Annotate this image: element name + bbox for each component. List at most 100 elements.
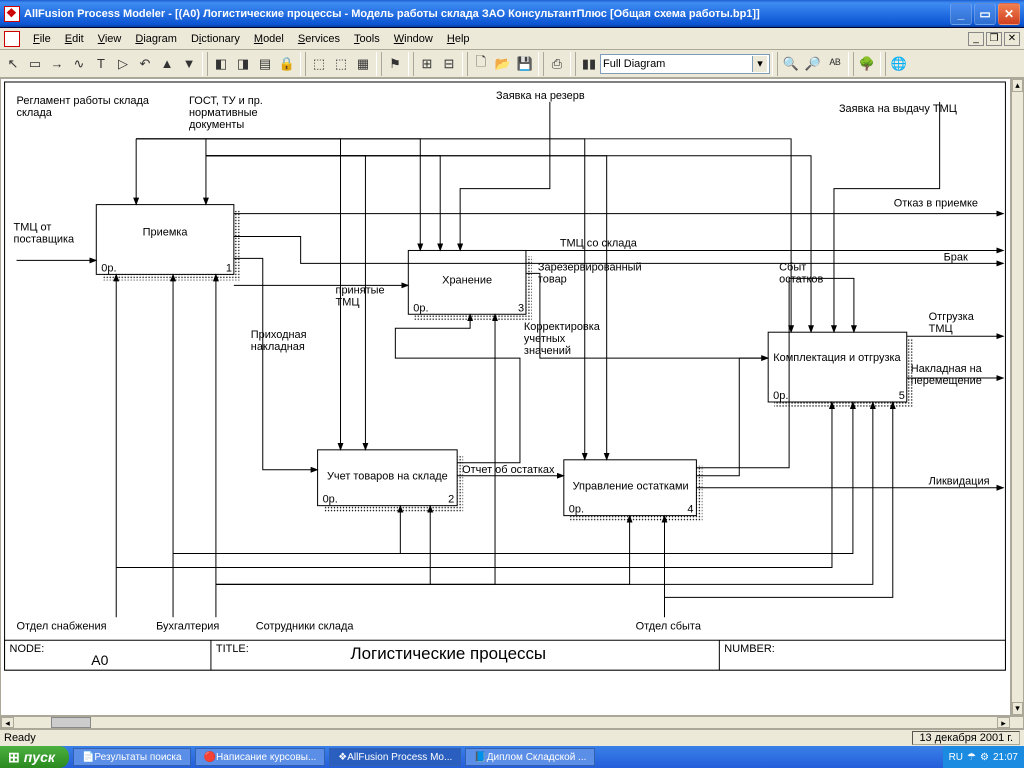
svg-text:перемещение: перемещение — [911, 375, 982, 387]
scroll-left-icon[interactable]: ◂ — [1, 717, 14, 728]
reports-icon[interactable]: ▮▮ — [578, 53, 600, 75]
menu-dictionary[interactable]: Dictionary — [184, 31, 247, 47]
tray-icon[interactable]: ☂ — [967, 752, 976, 763]
globe-icon[interactable]: 🌐 — [888, 53, 910, 75]
svg-text:Заявка на выдачу ТМЦ: Заявка на выдачу ТМЦ — [839, 103, 957, 115]
close-button[interactable] — [998, 3, 1020, 25]
footer-number-label: NUMBER: — [724, 643, 775, 655]
svg-text:Комплектация и отгрузка: Комплектация и отгрузка — [773, 352, 901, 364]
mdi-min-button[interactable]: _ — [968, 32, 984, 46]
mdi-restore-button[interactable]: ❐ — [986, 32, 1002, 46]
vertical-scrollbar[interactable]: ▴ ▾ — [1011, 78, 1024, 716]
down-tool-icon[interactable]: ▼ — [178, 53, 200, 75]
menu-view[interactable]: View — [91, 31, 129, 47]
status-date: 13 декабря 2001 г. — [912, 731, 1020, 745]
tray-icon[interactable]: ⚙ — [980, 752, 989, 763]
save-icon[interactable]: 💾 — [514, 53, 536, 75]
activity-tool-icon[interactable]: ▭ — [24, 53, 46, 75]
tb-icon[interactable]: ⚑ — [384, 53, 406, 75]
menu-services[interactable]: Services — [291, 31, 347, 47]
svg-text:0р.: 0р. — [323, 494, 338, 506]
menu-help[interactable]: Help — [440, 31, 477, 47]
system-tray[interactable]: RU ☂ ⚙ 21:07 — [943, 746, 1024, 768]
maximize-button[interactable]: ▭ — [974, 3, 996, 25]
footer-title-label: TITLE: — [216, 643, 249, 655]
minimize-button[interactable]: _ — [950, 3, 972, 25]
clock: 21:07 — [993, 752, 1018, 763]
zoom-combo-value: Full Diagram — [603, 58, 665, 70]
svg-text:0р.: 0р. — [101, 262, 116, 274]
tb-icon[interactable]: ⊟ — [438, 53, 460, 75]
pointer-tool-icon[interactable]: ↖ — [2, 53, 24, 75]
arrow-tool-icon[interactable]: → — [46, 53, 68, 75]
svg-text:Ликвидация: Ликвидация — [929, 476, 990, 488]
menu-file[interactable]: File — [26, 31, 58, 47]
tb-icon[interactable]: ▤ — [254, 53, 276, 75]
svg-text:Корректировка: Корректировка — [524, 321, 601, 333]
svg-text:Регламент работы склада: Регламент работы склада — [17, 95, 150, 107]
taskbar-item[interactable]: 📄 Результаты поиска — [73, 748, 191, 766]
start-button[interactable]: пуск — [0, 746, 69, 768]
app-icon — [4, 6, 20, 22]
tb-icon[interactable]: ◧ — [210, 53, 232, 75]
status-ready: Ready — [4, 732, 36, 744]
svg-text:Отгрузка: Отгрузка — [929, 311, 975, 323]
menu-diagram[interactable]: Diagram — [128, 31, 184, 47]
svg-text:Отказ в приемке: Отказ в приемке — [894, 198, 978, 210]
horizontal-scrollbar[interactable]: ◂ ▸ — [0, 716, 1024, 729]
svg-text:Учет товаров на складе: Учет товаров на складе — [327, 471, 448, 483]
taskbar-item[interactable]: ❖ AllFusion Process Mo... — [329, 748, 461, 766]
scroll-down-icon[interactable]: ▾ — [1012, 702, 1023, 715]
svg-text:Брак: Брак — [944, 251, 968, 263]
svg-text:нормативные: нормативные — [189, 107, 258, 119]
tb-icon[interactable]: ⊞ — [416, 53, 438, 75]
toolbar: ↖ ▭ → ∿ T ▷ ↶ ▲ ▼ ◧ ◨ ▤ 🔒 ⬚ ⬚ ▦ ⚑ ⊞ ⊟ 🗋 … — [0, 50, 1024, 78]
undo-tool-icon[interactable]: ↶ — [134, 53, 156, 75]
svg-text:Бухгалтерия: Бухгалтерия — [156, 620, 219, 632]
menu-tools[interactable]: Tools — [347, 31, 387, 47]
tb-icon[interactable]: ▦ — [352, 53, 374, 75]
window-title: AllFusion Process Modeler - [(A0) Логист… — [24, 8, 950, 20]
lock-icon[interactable]: 🔒 — [276, 53, 298, 75]
menu-bar: File Edit View Diagram Dictionary Model … — [0, 28, 1024, 50]
zoomout-icon[interactable]: 🔎 — [802, 53, 824, 75]
squiggle-tool-icon[interactable]: ∿ — [68, 53, 90, 75]
svg-text:значений: значений — [524, 345, 571, 357]
lang-indicator[interactable]: RU — [949, 752, 963, 763]
scroll-right-icon[interactable]: ▸ — [997, 717, 1010, 728]
spell-icon[interactable]: ᴬᴮ — [824, 53, 846, 75]
zoomin-icon[interactable]: 🔍 — [780, 53, 802, 75]
footer-title: Логистические процессы — [350, 644, 546, 663]
scroll-thumb[interactable] — [51, 717, 91, 728]
mdi-close-button[interactable]: ✕ — [1004, 32, 1020, 46]
tb-icon[interactable]: ◨ — [232, 53, 254, 75]
print-icon[interactable]: ⎙ — [546, 53, 568, 75]
scroll-up-icon[interactable]: ▴ — [1012, 79, 1023, 92]
svg-text:2: 2 — [448, 494, 454, 506]
menu-window[interactable]: Window — [387, 31, 440, 47]
svg-text:принятые: принятые — [336, 284, 385, 296]
tree-icon[interactable]: 🌳 — [856, 53, 878, 75]
zoom-combo[interactable]: Full Diagram ▾ — [600, 54, 770, 74]
tb-icon[interactable]: ⬚ — [330, 53, 352, 75]
taskbar-item[interactable]: 📘 Диплом Складской ... — [465, 748, 595, 766]
menu-edit[interactable]: Edit — [58, 31, 91, 47]
footer-node-value: A0 — [91, 652, 108, 668]
svg-text:Накладная на: Накладная на — [911, 363, 983, 375]
taskbar: пуск 📄 Результаты поиска 🔴 Написание кур… — [0, 746, 1024, 768]
svg-text:0р.: 0р. — [773, 390, 788, 402]
doc-icon — [4, 31, 20, 47]
svg-text:Хранение: Хранение — [442, 274, 492, 286]
diagram-canvas[interactable]: NODE: A0 TITLE: Логистические процессы N… — [0, 78, 1011, 716]
menu-model[interactable]: Model — [247, 31, 291, 47]
status-bar: Ready 13 декабря 2001 г. — [0, 729, 1024, 746]
open-icon[interactable]: 📂 — [492, 53, 514, 75]
tb-icon[interactable]: ⬚ — [308, 53, 330, 75]
text-tool-icon[interactable]: T — [90, 53, 112, 75]
taskbar-item[interactable]: 🔴 Написание курсовы... — [195, 748, 326, 766]
chevron-down-icon[interactable]: ▾ — [752, 56, 767, 72]
new-icon[interactable]: 🗋 — [470, 53, 492, 75]
redo-tool-icon[interactable]: ▷ — [112, 53, 134, 75]
svg-text:5: 5 — [899, 390, 905, 402]
up-tool-icon[interactable]: ▲ — [156, 53, 178, 75]
